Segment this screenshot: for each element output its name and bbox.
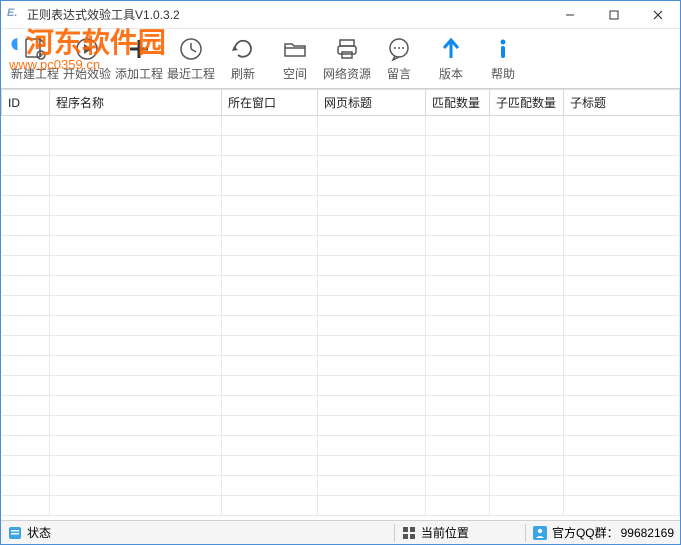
window-title: 正则表达式效验工具V1.0.3.2 [27, 6, 180, 23]
col-id[interactable]: ID [2, 90, 50, 116]
network-resource-button[interactable]: 网络资源 [321, 31, 373, 87]
position-segment: 当前位置 [395, 521, 475, 544]
table-row[interactable] [2, 116, 680, 136]
table-container[interactable]: ID 程序名称 所在窗口 网页标题 匹配数量 子匹配数量 子标题 [1, 89, 680, 520]
toolbar: 新建工程 开始效验 添加工程 最近工程 刷新 空间 网络资源 [1, 29, 680, 89]
position-icon [401, 525, 417, 541]
table-row[interactable] [2, 456, 680, 476]
new-project-button[interactable]: 新建工程 [9, 31, 61, 87]
chat-icon [385, 35, 413, 63]
minimize-button[interactable] [548, 1, 592, 29]
recent-icon [177, 35, 205, 63]
start-validate-button[interactable]: 开始效验 [61, 31, 113, 87]
table-row[interactable] [2, 356, 680, 376]
table-row[interactable] [2, 496, 680, 516]
up-arrow-icon [437, 35, 465, 63]
table-header-row: ID 程序名称 所在窗口 网页标题 匹配数量 子匹配数量 子标题 [2, 90, 680, 116]
recent-project-button[interactable]: 最近工程 [165, 31, 217, 87]
col-page-title[interactable]: 网页标题 [318, 90, 426, 116]
version-button[interactable]: 版本 [425, 31, 477, 87]
refresh-button[interactable]: 刷新 [217, 31, 269, 87]
help-button[interactable]: 帮助 [477, 31, 529, 87]
table-row[interactable] [2, 276, 680, 296]
qq-segment[interactable]: 官方QQ群： 99682169 [526, 521, 680, 544]
table-row[interactable] [2, 176, 680, 196]
window-controls [548, 1, 680, 29]
info-icon [489, 35, 517, 63]
maximize-button[interactable] [592, 1, 636, 29]
app-icon: E. [7, 7, 23, 23]
table-row[interactable] [2, 296, 680, 316]
table-row[interactable] [2, 156, 680, 176]
table-row[interactable] [2, 136, 680, 156]
col-match-count[interactable]: 匹配数量 [426, 90, 490, 116]
print-icon [333, 35, 361, 63]
table-row[interactable] [2, 376, 680, 396]
table-row[interactable] [2, 316, 680, 336]
col-window[interactable]: 所在窗口 [222, 90, 318, 116]
titlebar: E. 正则表达式效验工具V1.0.3.2 [1, 1, 680, 29]
qq-number: 99682169 [621, 526, 674, 540]
statusbar: 状态 当前位置 官方QQ群： 99682169 [1, 520, 680, 544]
table-row[interactable] [2, 196, 680, 216]
table-row[interactable] [2, 396, 680, 416]
status-label: 状态 [27, 524, 51, 541]
col-submatch-count[interactable]: 子匹配数量 [490, 90, 564, 116]
table-row[interactable] [2, 256, 680, 276]
table-row[interactable] [2, 216, 680, 236]
refresh-icon [229, 35, 257, 63]
table-row[interactable] [2, 476, 680, 496]
qq-label: 官方QQ群： [552, 524, 619, 541]
data-table: ID 程序名称 所在窗口 网页标题 匹配数量 子匹配数量 子标题 [1, 90, 680, 516]
folder-icon [281, 35, 309, 63]
col-subtitle[interactable]: 子标题 [564, 90, 680, 116]
col-program-name[interactable]: 程序名称 [50, 90, 222, 116]
new-icon [21, 35, 49, 63]
table-row[interactable] [2, 416, 680, 436]
add-icon [125, 35, 153, 63]
space-button[interactable]: 空间 [269, 31, 321, 87]
add-project-button[interactable]: 添加工程 [113, 31, 165, 87]
status-segment: 状态 [1, 521, 57, 544]
position-label: 当前位置 [421, 524, 469, 541]
table-row[interactable] [2, 436, 680, 456]
table-row[interactable] [2, 236, 680, 256]
table-row[interactable] [2, 336, 680, 356]
close-button[interactable] [636, 1, 680, 29]
message-button[interactable]: 留言 [373, 31, 425, 87]
qq-icon [532, 525, 548, 541]
play-icon [73, 35, 101, 63]
status-icon [7, 525, 23, 541]
